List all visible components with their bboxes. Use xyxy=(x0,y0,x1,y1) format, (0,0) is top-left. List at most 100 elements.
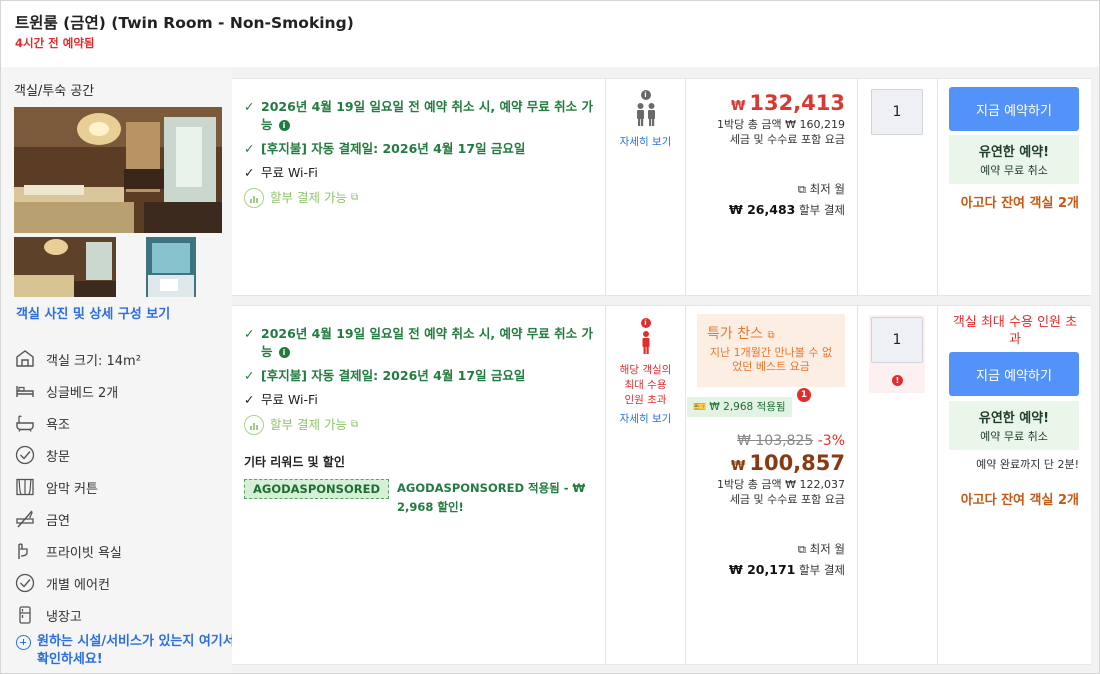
original-price: ₩ 103,825 -3% xyxy=(737,433,845,449)
coupon-code-tag: AGODASPONSORED xyxy=(244,479,389,499)
amenity-item: 개별 에어컨 xyxy=(14,567,229,599)
external-link-icon: ⧉ xyxy=(797,542,806,556)
fridge-icon xyxy=(14,604,36,626)
time-to-book-note: 예약 완료까지 단 2분! xyxy=(976,458,1079,471)
amenity-item: 객실 크기: 14m² xyxy=(14,343,229,375)
check-circle-icon xyxy=(14,444,36,466)
booking-column: 지금 예약하기 유연한 예약! 예약 무료 취소 아고다 잔여 객실 2개 xyxy=(937,79,1091,295)
coupon-row: AGODASPONSORED AGODASPONSORED 적용됨 - ₩ 2,… xyxy=(244,479,594,517)
guest-over-capacity-icon xyxy=(642,331,649,354)
amenity-list: 객실 크기: 14m² 싱글베드 2개 욕조 창문 암막 커튼 금연 프라이빗 … xyxy=(14,343,229,631)
amenity-item: 욕조 xyxy=(14,407,229,439)
offer-card: ✓ 2026년 4월 19일 일요일 전 예약 취소 시, 예약 무료 취소 가… xyxy=(232,78,1091,296)
plus-circle-icon xyxy=(16,635,31,650)
pay-later-benefit: ✓ [후지불] 자동 결제일: 2026년 4월 17일 금요일 xyxy=(244,368,526,383)
total-price: 1박당 총 금액 ₩ 160,219 xyxy=(717,118,845,131)
warning-icon: ! xyxy=(892,375,903,386)
amenity-item: 암막 커튼 xyxy=(14,471,229,503)
room-info-panel: 객실/투숙 공간 객실 사진 및 상세 구성 보기 객실 크기: 14m² 싱글… xyxy=(1,67,235,673)
external-link-icon: ⧉ xyxy=(350,419,359,430)
no-smoking-icon xyxy=(14,508,36,530)
installment-icon xyxy=(244,415,264,435)
room-photos-link[interactable]: 객실 사진 및 상세 구성 보기 xyxy=(16,303,170,322)
deal-badge[interactable]: 특가 찬스 ⧉ 지난 1개월간 만나볼 수 없었던 베스트 요금 xyxy=(697,314,845,387)
amenity-item: 창문 xyxy=(14,439,229,471)
booking-column: 객실 최대 수용 인원 초과 지금 예약하기 유연한 예약! 예약 무료 취소 … xyxy=(937,306,1091,664)
external-link-icon: ⧉ xyxy=(350,192,359,203)
coupon-icon: 🎫 xyxy=(693,401,707,413)
price-amount: ₩100,857 xyxy=(731,451,845,475)
booked-note: 4시간 전 예약됨 xyxy=(15,36,95,50)
book-now-button[interactable]: 지금 예약하기 xyxy=(949,87,1079,131)
blackout-curtain-icon xyxy=(14,476,36,498)
occupancy-column: i 자세히 보기 xyxy=(605,79,685,295)
monthly-min-label: ⧉ 최저 월 xyxy=(797,542,845,556)
over-capacity-warning: 해당 객실의 최대 수용 인원 초과 xyxy=(619,364,672,406)
installment-icon xyxy=(244,188,264,208)
tax-note: 세금 및 수수료 포함 요금 xyxy=(729,133,845,146)
info-icon[interactable]: i xyxy=(640,90,651,100)
coupon-applied-badge[interactable]: 🎫 ₩ 2,968 적용됨 xyxy=(687,397,792,417)
quantity-column: 1 xyxy=(857,79,937,295)
check-icon: ✓ xyxy=(244,326,255,341)
amenity-item: 프라이빗 욕실 xyxy=(14,535,229,567)
shower-icon xyxy=(14,540,36,562)
room-section-title: 객실/투숙 공간 xyxy=(14,84,95,99)
check-icon: ✓ xyxy=(244,141,255,156)
room-main-photo[interactable] xyxy=(14,107,222,233)
room-quantity-select[interactable]: 1 xyxy=(871,89,923,135)
info-icon[interactable]: i xyxy=(278,347,290,358)
flexible-booking-badge: 유연한 예약! 예약 무료 취소 xyxy=(949,135,1079,184)
facilities-check-link[interactable]: 원하는 시설/서비스가 있는지 여기서 확인하세요! xyxy=(16,633,237,669)
check-circle-icon xyxy=(14,572,36,594)
info-icon[interactable]: i xyxy=(640,318,651,328)
check-icon: ✓ xyxy=(244,99,255,114)
installment-link[interactable]: 할부 결제 가능 ⧉ xyxy=(244,188,594,208)
bed-icon xyxy=(14,380,36,402)
price-column: ₩132,413 1박당 총 금액 ₩ 160,219 세금 및 수수료 포함 … xyxy=(685,79,857,295)
room-thumbnail[interactable] xyxy=(14,237,116,297)
occupancy-column: i 해당 객실의 최대 수용 인원 초과 자세히 보기 xyxy=(605,306,685,664)
amenity-item: 싱글베드 2개 xyxy=(14,375,229,407)
monthly-installment: ₩ 26,483 할부 결제 xyxy=(728,202,845,217)
check-icon: ✓ xyxy=(244,392,255,407)
capacity-warning: 객실 최대 수용 인원 초과 xyxy=(952,315,1078,347)
book-now-button[interactable]: 지금 예약하기 xyxy=(949,352,1079,396)
rewards-title: 기타 리워드 및 할인 xyxy=(244,455,345,469)
room-header: 트윈룸 (금연) (Twin Room - Non-Smoking) 4시간 전… xyxy=(1,1,1099,67)
tax-note: 세금 및 수수료 포함 요금 xyxy=(729,493,845,506)
two-guests-icon xyxy=(636,103,655,126)
room-frame: 트윈룸 (금연) (Twin Room - Non-Smoking) 4시간 전… xyxy=(0,0,1100,674)
benefits-column: ✓ 2026년 4월 19일 일요일 전 예약 취소 시, 예약 무료 취소 가… xyxy=(232,306,605,664)
info-icon[interactable]: i xyxy=(278,120,290,131)
external-link-icon: ⧉ xyxy=(797,182,806,196)
installment-link[interactable]: 할부 결제 가능 ⧉ xyxy=(244,415,594,435)
rooms-left-note: 아고다 잔여 객실 2개 xyxy=(960,493,1079,508)
free-cancel-benefit: ✓ 2026년 4월 19일 일요일 전 예약 취소 시, 예약 무료 취소 가… xyxy=(244,326,594,359)
total-price: 1박당 총 금액 ₩ 122,037 xyxy=(717,478,845,491)
occupancy-details-link[interactable]: 자세히 보기 xyxy=(620,135,672,150)
rooms-left-note: 아고다 잔여 객실 2개 xyxy=(960,196,1079,211)
monthly-installment: ₩ 20,171 할부 결제 xyxy=(728,562,845,577)
monthly-min-label: ⧉ 최저 월 xyxy=(797,182,845,196)
coupon-applied-text: AGODASPONSORED 적용됨 - ₩ 2,968 할인! xyxy=(397,481,586,514)
bathroom-thumbnail[interactable] xyxy=(146,237,196,297)
wifi-benefit: ✓ 무료 Wi-Fi xyxy=(244,392,318,407)
room-size-icon xyxy=(14,348,36,370)
offer-card: ✓ 2026년 4월 19일 일요일 전 예약 취소 시, 예약 무료 취소 가… xyxy=(232,305,1091,665)
check-icon: ✓ xyxy=(244,165,255,180)
amenity-item: 금연 xyxy=(14,503,229,535)
bathtub-icon xyxy=(14,412,36,434)
wifi-benefit: ✓ 무료 Wi-Fi xyxy=(244,165,318,180)
check-icon: ✓ xyxy=(244,368,255,383)
occupancy-details-link[interactable]: 자세히 보기 xyxy=(620,412,672,427)
room-quantity-select[interactable]: 1 xyxy=(871,317,923,363)
quantity-warning-box: 1 ! xyxy=(869,315,925,393)
price-column: 특가 찬스 ⧉ 지난 1개월간 만나볼 수 없었던 베스트 요금 🎫 ₩ 2,9… xyxy=(685,306,857,664)
amenity-item: 냉장고 xyxy=(14,599,229,631)
quantity-column: 1 ! xyxy=(857,306,937,664)
free-cancel-benefit: ✓ 2026년 4월 19일 일요일 전 예약 취소 시, 예약 무료 취소 가… xyxy=(244,99,594,132)
flexible-booking-badge: 유연한 예약! 예약 무료 취소 xyxy=(949,401,1079,450)
coupon-count-badge: 1 xyxy=(797,388,811,402)
pay-later-benefit: ✓ [후지불] 자동 결제일: 2026년 4월 17일 금요일 xyxy=(244,141,526,156)
